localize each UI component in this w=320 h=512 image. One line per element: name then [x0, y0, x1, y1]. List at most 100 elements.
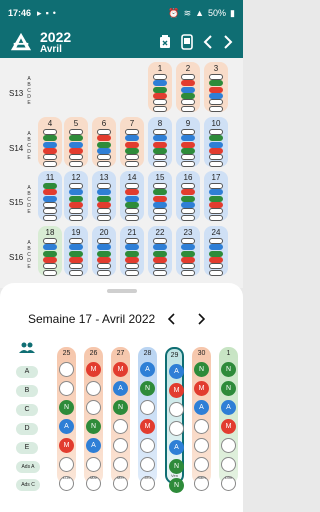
- shift-circle[interactable]: N: [194, 362, 209, 377]
- shift-circle[interactable]: N: [86, 419, 101, 434]
- day-cell[interactable]: 24: [204, 226, 228, 276]
- column-date: 26: [89, 350, 98, 357]
- delete-calendar-icon[interactable]: [159, 35, 171, 49]
- team-filter-ads-c[interactable]: Ads C: [16, 479, 40, 491]
- team-filter-c[interactable]: C: [16, 404, 38, 416]
- week-day-column[interactable]: 1 N N A M Dim: [219, 347, 238, 491]
- shift-circle[interactable]: [140, 457, 155, 472]
- day-cell[interactable]: 1: [148, 62, 172, 112]
- shift-circle[interactable]: [86, 457, 101, 472]
- shift-slot: [153, 269, 167, 276]
- day-cell[interactable]: 16: [176, 171, 200, 221]
- week-day-column[interactable]: 30 N M A Sam: [192, 347, 211, 491]
- shift-circle[interactable]: N: [113, 400, 128, 415]
- shift-circle[interactable]: N: [59, 400, 74, 415]
- day-cell[interactable]: 8: [148, 117, 172, 167]
- shift-circle[interactable]: A: [113, 381, 128, 396]
- week-day-column[interactable]: 29 A M A N N Ven: [165, 347, 184, 493]
- shift-circle[interactable]: [113, 419, 128, 434]
- day-cell[interactable]: 4: [38, 117, 62, 167]
- day-cell[interactable]: 12: [64, 171, 88, 221]
- shift-circle[interactable]: [221, 438, 236, 453]
- shift-circle[interactable]: [194, 419, 209, 434]
- shift-circle[interactable]: [59, 457, 74, 472]
- shift-circle[interactable]: [113, 457, 128, 472]
- week-day-column[interactable]: 28 A N M Jeu: [138, 347, 157, 491]
- shift-slot: [125, 250, 139, 257]
- shift-circle[interactable]: [86, 381, 101, 396]
- next-week-icon[interactable]: [197, 313, 205, 325]
- day-cell[interactable]: 17: [204, 171, 228, 221]
- shift-circle[interactable]: A: [169, 440, 184, 455]
- shift-circle[interactable]: [113, 438, 128, 453]
- shift-circle[interactable]: A: [86, 438, 101, 453]
- shift-circle[interactable]: M: [194, 381, 209, 396]
- shift-circle[interactable]: N: [169, 478, 184, 493]
- day-cell[interactable]: 7: [120, 117, 144, 167]
- shift-circle[interactable]: A: [169, 364, 184, 379]
- column-date: 25: [62, 350, 71, 357]
- shift-circle[interactable]: [86, 400, 101, 415]
- day-cell[interactable]: 9: [176, 117, 200, 167]
- shift-circle[interactable]: N: [169, 459, 184, 474]
- shift-circle[interactable]: [194, 438, 209, 453]
- shift-circle[interactable]: [194, 457, 209, 472]
- day-cell[interactable]: 2: [176, 62, 200, 112]
- previous-month-icon[interactable]: [203, 35, 213, 49]
- shift-slot: [181, 80, 195, 87]
- shift-circle[interactable]: [169, 421, 184, 436]
- shift-circle[interactable]: N: [221, 362, 236, 377]
- day-cell[interactable]: 20: [92, 226, 116, 276]
- shift-circle[interactable]: [140, 438, 155, 453]
- day-cell[interactable]: 14: [120, 171, 144, 221]
- shift-slot: [69, 250, 83, 257]
- shift-slot: [181, 214, 195, 221]
- shift-circle[interactable]: M: [59, 438, 74, 453]
- team-icon[interactable]: [19, 342, 35, 354]
- team-filter-b[interactable]: B: [16, 385, 38, 397]
- day-cell[interactable]: 10: [204, 117, 228, 167]
- shift-slot: [181, 147, 195, 154]
- shift-circle[interactable]: A: [221, 400, 236, 415]
- shift-circle[interactable]: M: [86, 362, 101, 377]
- day-cell[interactable]: 11: [38, 171, 62, 221]
- shift-circle[interactable]: A: [140, 362, 155, 377]
- week-day-column[interactable]: 26 M N A Mar: [84, 347, 103, 491]
- day-cell[interactable]: 13: [92, 171, 116, 221]
- day-cell[interactable]: 15: [148, 171, 172, 221]
- team-filter-ads-a[interactable]: Ads A: [16, 461, 40, 473]
- shift-circle[interactable]: M: [140, 419, 155, 434]
- shift-circle[interactable]: M: [169, 383, 184, 398]
- sheet-drag-handle[interactable]: [107, 289, 137, 293]
- day-cell[interactable]: 19: [64, 226, 88, 276]
- shift-circle[interactable]: M: [113, 362, 128, 377]
- day-cell[interactable]: 3: [204, 62, 228, 112]
- day-cell[interactable]: 22: [148, 226, 172, 276]
- shift-circle[interactable]: [221, 457, 236, 472]
- shift-letters: ABCDE: [26, 240, 32, 270]
- shift-circle[interactable]: A: [194, 400, 209, 415]
- shift-circle[interactable]: [140, 400, 155, 415]
- day-cell[interactable]: 5: [64, 117, 88, 167]
- team-filter-d[interactable]: D: [16, 423, 38, 435]
- week-day-column[interactable]: 27 M A N Mer: [111, 347, 130, 491]
- next-month-icon[interactable]: [223, 35, 233, 49]
- week-day-column[interactable]: 25 N A M Lun: [57, 347, 76, 491]
- day-cell[interactable]: 21: [120, 226, 144, 276]
- day-cell[interactable]: 6: [92, 117, 116, 167]
- previous-week-icon[interactable]: [168, 313, 176, 325]
- day-cell[interactable]: 18: [38, 226, 62, 276]
- shift-circle[interactable]: N: [140, 381, 155, 396]
- day-cell[interactable]: 23: [176, 226, 200, 276]
- shift-circle[interactable]: [169, 402, 184, 417]
- team-filter-a[interactable]: A: [16, 366, 38, 378]
- team-filter-e[interactable]: E: [16, 442, 38, 454]
- day-number: 13: [99, 173, 109, 182]
- day-number: 22: [155, 228, 165, 237]
- shift-circle[interactable]: N: [221, 381, 236, 396]
- shift-circle[interactable]: M: [221, 419, 236, 434]
- shift-circle[interactable]: A: [59, 419, 74, 434]
- shift-circle[interactable]: [59, 381, 74, 396]
- shift-circle[interactable]: [59, 362, 74, 377]
- phone-calendar-icon[interactable]: [181, 34, 193, 50]
